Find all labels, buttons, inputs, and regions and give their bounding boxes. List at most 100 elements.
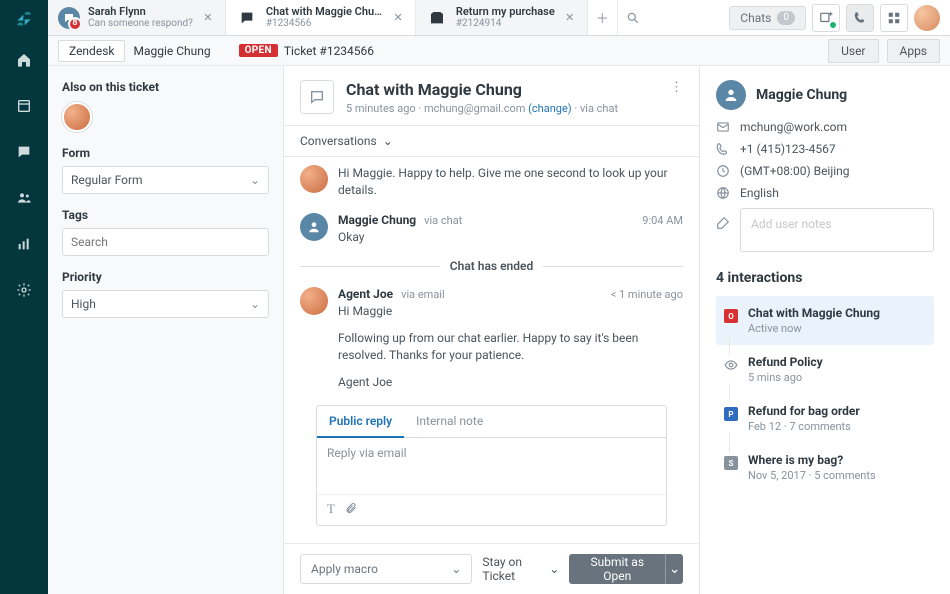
submit-button[interactable]: Submit as Open	[569, 554, 665, 584]
close-icon[interactable]: ✕	[563, 11, 577, 25]
globe-icon	[716, 186, 730, 200]
nav-chat[interactable]	[4, 132, 44, 172]
close-icon[interactable]: ✕	[391, 11, 405, 25]
interaction-meta: Nov 5, 2017 · 5 comments	[748, 469, 876, 482]
nav-reporting[interactable]	[4, 224, 44, 264]
nav-rail	[0, 0, 48, 594]
submit-options-button[interactable]: ⌄	[665, 554, 683, 584]
message-signature: Agent Joe	[338, 374, 683, 391]
interaction-item[interactable]: P Refund for bag order Feb 12 · 7 comments	[716, 394, 934, 443]
ticket-icon	[426, 7, 448, 29]
interaction-item[interactable]: Refund Policy 5 mins ago	[716, 345, 934, 394]
ticket-meta: 5 minutes ago · mchung@gmail.com (change…	[346, 102, 618, 115]
breadcrumb-user[interactable]: Maggie Chung	[133, 40, 220, 62]
user-notes-input[interactable]: Add user notes	[740, 208, 934, 252]
interaction-meta: Active now	[748, 322, 880, 335]
ticket-properties-panel: Also on this ticket Form Regular Form⌄ T…	[48, 66, 284, 594]
tab-title: Chat with Maggie Chung	[266, 5, 383, 18]
message-item: Agent Joe via email < 1 minute ago Hi Magg…	[300, 287, 683, 390]
status-badge: P	[724, 407, 738, 421]
status-badge: O	[724, 309, 738, 323]
nav-views[interactable]	[4, 86, 44, 126]
tab-subtitle: #2124914	[456, 18, 555, 30]
chevron-down-icon: ⌄	[250, 297, 260, 311]
close-icon[interactable]: ✕	[201, 11, 215, 25]
current-user-avatar[interactable]	[914, 5, 940, 31]
breadcrumb-ticket: OPEN Ticket #1234566	[229, 40, 384, 62]
interaction-title: Chat with Maggie Chung	[748, 306, 880, 320]
message-author: Agent Joe	[338, 287, 393, 301]
chat-ended-divider: Chat has ended	[300, 259, 683, 273]
also-on-ticket-heading: Also on this ticket	[62, 80, 269, 94]
interaction-title: Refund Policy	[748, 355, 823, 369]
message-via: via email	[401, 288, 445, 301]
user-email-row: mchung@work.com	[716, 120, 934, 134]
view-apps-tab[interactable]: Apps	[887, 39, 941, 63]
add-tab-button[interactable]: ＋	[588, 0, 618, 35]
reply-textarea[interactable]: Reply via email	[317, 438, 666, 494]
public-reply-tab[interactable]: Public reply	[317, 406, 404, 438]
message-author: Maggie Chung	[338, 213, 416, 227]
interaction-meta: 5 mins ago	[748, 371, 823, 384]
message-time: 9:04 AM	[642, 214, 683, 227]
call-button[interactable]	[846, 4, 874, 32]
user-avatar	[300, 213, 328, 241]
message-text: Following up from our chat earlier. Happ…	[338, 330, 683, 364]
tab-subtitle: Can someone respond?	[88, 18, 193, 30]
ticket-footer: Apply macro⌄ Stay on Ticket⌄ Submit as O…	[284, 543, 699, 594]
search-tabs-button[interactable]	[618, 0, 648, 35]
tab-chat-maggie[interactable]: Chat with Maggie Chung#1234566 ✕	[226, 0, 416, 35]
chats-indicator[interactable]: Chats0	[729, 6, 806, 30]
text-format-button[interactable]: T	[327, 501, 335, 519]
interaction-title: Refund for bag order	[748, 404, 860, 418]
tab-bar: 8 Sarah FlynnCan someone respond? ✕ Chat…	[48, 0, 950, 36]
tab-sarah-flynn[interactable]: 8 Sarah FlynnCan someone respond? ✕	[48, 0, 226, 35]
message-time: < 1 minute ago	[611, 288, 683, 301]
view-user-tab[interactable]: User	[828, 39, 878, 63]
priority-label: Priority	[62, 270, 269, 284]
tags-input[interactable]	[62, 228, 269, 256]
breadcrumb-app[interactable]: Zendesk	[58, 40, 125, 62]
change-requester-link[interactable]: (change)	[528, 102, 571, 115]
notification-badge: 8	[68, 17, 82, 31]
collaborator-avatar[interactable]	[62, 102, 92, 132]
tab-return-purchase[interactable]: Return my purchase#2124914 ✕	[416, 0, 588, 35]
interactions-heading: 4 interactions	[716, 270, 934, 286]
message-text: Hi Maggie	[338, 303, 683, 320]
apply-macro-select[interactable]: Apply macro⌄	[300, 554, 472, 584]
tab-title: Sarah Flynn	[88, 5, 193, 18]
ticket-id: Ticket #1234566	[284, 44, 374, 58]
interaction-meta: Feb 12 · 7 comments	[748, 420, 860, 433]
interaction-item[interactable]: SWhere is my bag?Nov 5, 2017 · 5 comment…	[716, 443, 934, 492]
interaction-title: Where is my bag?	[748, 453, 876, 467]
message-thread: Hi Maggie. Happy to help. Give me one se…	[284, 157, 699, 543]
user-context-panel: Maggie Chung mchung@work.com +1 (415)123…	[700, 66, 950, 594]
attach-button[interactable]	[345, 501, 357, 519]
agent-avatar	[300, 165, 328, 193]
nav-customers[interactable]	[4, 178, 44, 218]
ticket-title: Chat with Maggie Chung	[346, 80, 618, 99]
compose-button[interactable]	[812, 4, 840, 32]
form-select[interactable]: Regular Form⌄	[62, 166, 269, 194]
message-via: via chat	[424, 214, 462, 227]
requester-avatar	[716, 80, 746, 110]
nav-admin[interactable]	[4, 270, 44, 310]
eye-icon	[724, 358, 738, 372]
tab-title: Return my purchase	[456, 5, 555, 18]
interaction-item[interactable]: O Chat with Maggie Chung Active now	[716, 296, 934, 345]
mail-icon	[716, 120, 730, 134]
apps-grid-button[interactable]	[880, 4, 908, 32]
priority-select[interactable]: High⌄	[62, 290, 269, 318]
status-dot	[830, 22, 836, 28]
phone-icon	[716, 142, 730, 156]
chevron-down-icon: ⌄	[383, 134, 393, 148]
ticket-more-button[interactable]: ⋮	[670, 80, 683, 95]
tags-label: Tags	[62, 208, 269, 222]
notes-icon	[716, 216, 730, 230]
message-item: Hi Maggie. Happy to help. Give me one se…	[300, 165, 683, 199]
conversations-toggle[interactable]: Conversations⌄	[284, 126, 699, 157]
stay-on-ticket-toggle[interactable]: Stay on Ticket⌄	[482, 555, 559, 583]
tab-subtitle: #1234566	[266, 18, 383, 30]
internal-note-tab[interactable]: Internal note	[404, 406, 495, 437]
nav-home[interactable]	[4, 40, 44, 80]
